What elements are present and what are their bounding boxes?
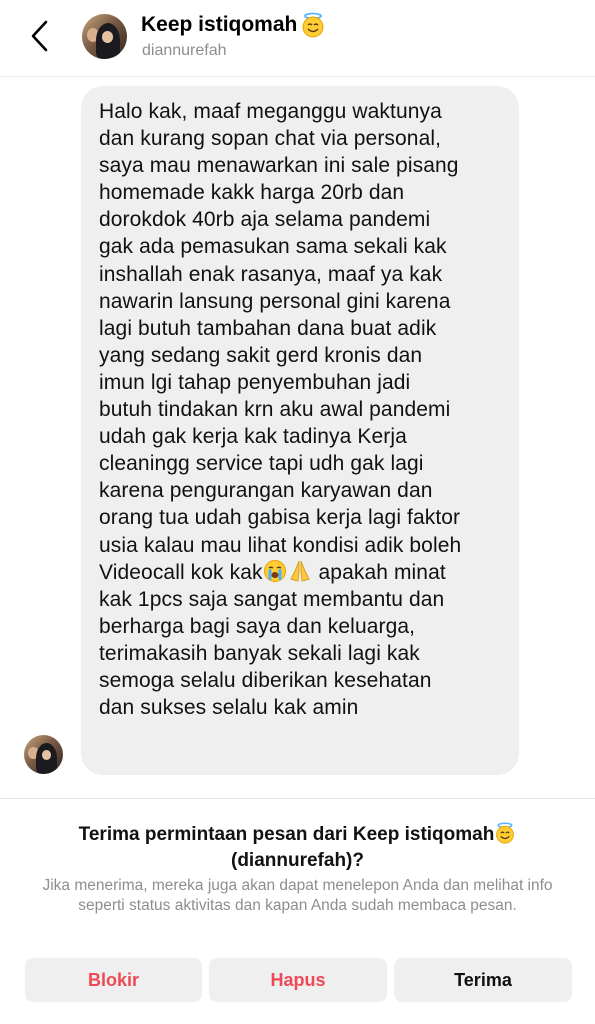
contact-username[interactable]: diannurefah — [142, 42, 227, 60]
divider — [0, 798, 595, 799]
contact-name[interactable]: Keep istiqomah — [141, 12, 326, 38]
folded-hands-icon — [289, 560, 310, 582]
smiling-face-with-halo-icon — [302, 12, 324, 38]
chevron-left-icon — [31, 20, 48, 52]
accept-button[interactable]: Terima — [394, 958, 572, 1002]
chat-header: Keep istiqomah diannurefah — [0, 0, 595, 77]
message-text: Halo kak, maaf meganggu waktunya dan kur… — [99, 98, 509, 721]
request-description: Jika menerima, mereka juga akan dapat me… — [42, 877, 553, 914]
request-title-line2: (diannurefah)? — [231, 850, 364, 871]
delete-button[interactable]: Hapus — [209, 958, 387, 1002]
request-title-line1: Terima permintaan pesan dari Keep istiqo… — [78, 824, 495, 845]
message-text-part1: Halo kak, maaf meganggu waktunya dan kur… — [99, 100, 462, 584]
sender-avatar[interactable] — [24, 735, 63, 774]
contact-name-text: Keep istiqomah — [141, 13, 298, 36]
request-title: Terima permintaan pesan dari Keep istiqo… — [40, 822, 555, 874]
back-button[interactable] — [22, 18, 58, 54]
smiling-face-with-halo-icon — [496, 822, 515, 844]
message-text-part2: apakah minat kak 1pcs saja sangat memban… — [99, 560, 446, 720]
loudly-crying-face-icon — [263, 559, 286, 582]
avatar[interactable] — [82, 14, 127, 59]
block-button[interactable]: Blokir — [25, 958, 202, 1002]
